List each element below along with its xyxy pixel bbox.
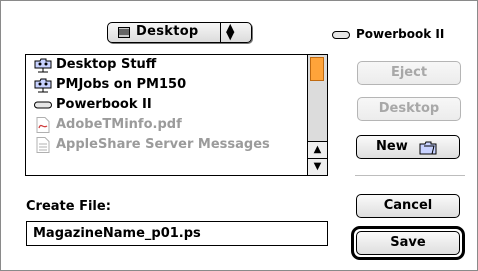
- pdf-document-icon: [36, 117, 50, 133]
- shared-folder-icon: [34, 78, 52, 93]
- file-name-field[interactable]: MagazineName_p01.ps: [26, 221, 328, 246]
- list-item[interactable]: Desktop Stuff: [26, 55, 307, 75]
- list-item-label: Powerbook II: [56, 97, 152, 112]
- list-item-label: PMJobs on PM150: [56, 77, 187, 92]
- cancel-button[interactable]: Cancel: [356, 194, 460, 218]
- file-list[interactable]: Desktop Stuff PMJobs on PM150 Powerbook …: [25, 54, 328, 176]
- file-list-rows: Desktop Stuff PMJobs on PM150 Powerbook …: [26, 55, 307, 155]
- file-list-scrollbar[interactable]: ▲ ▼: [307, 55, 327, 175]
- scroll-thumb[interactable]: [310, 57, 324, 81]
- list-item[interactable]: AdobeTMinfo.pdf: [26, 115, 307, 135]
- text-document-icon: [36, 137, 50, 153]
- folder-popup-menu[interactable]: Desktop ▲ ▼: [107, 22, 252, 43]
- scroll-up-arrow-icon[interactable]: ▲: [308, 141, 327, 158]
- list-item-label: Desktop Stuff: [56, 57, 157, 72]
- desktop-button[interactable]: Desktop: [357, 97, 461, 121]
- new-folder-button[interactable]: New: [356, 135, 460, 159]
- list-item-label: AppleShare Server Messages: [56, 137, 270, 152]
- button-divider: [355, 175, 465, 176]
- up-down-arrows-icon: ▲ ▼: [226, 21, 235, 42]
- save-dialog: Desktop ▲ ▼ Powerbook II Desktop Stuff P…: [0, 0, 478, 271]
- folder-popup-label: Desktop: [136, 24, 199, 39]
- save-button[interactable]: Save: [356, 231, 460, 255]
- list-item[interactable]: Powerbook II: [26, 95, 307, 115]
- create-file-label: Create File:: [26, 199, 111, 214]
- new-folder-label: New: [376, 139, 408, 154]
- drive-icon: [332, 31, 350, 39]
- desktop-folder-icon: [118, 27, 130, 38]
- list-item[interactable]: PMJobs on PM150: [26, 75, 307, 95]
- drive-icon: [34, 101, 52, 109]
- shared-folder-icon: [34, 58, 52, 73]
- new-folder-icon: [419, 141, 437, 155]
- popup-divider: [220, 23, 221, 42]
- list-item[interactable]: AppleShare Server Messages: [26, 135, 307, 155]
- scroll-down-arrow-icon[interactable]: ▼: [308, 158, 327, 175]
- list-item-label: AdobeTMinfo.pdf: [56, 117, 182, 132]
- volume-label: Powerbook II: [356, 27, 445, 41]
- file-name-value: MagazineName_p01.ps: [33, 226, 201, 241]
- eject-button[interactable]: Eject: [357, 61, 461, 85]
